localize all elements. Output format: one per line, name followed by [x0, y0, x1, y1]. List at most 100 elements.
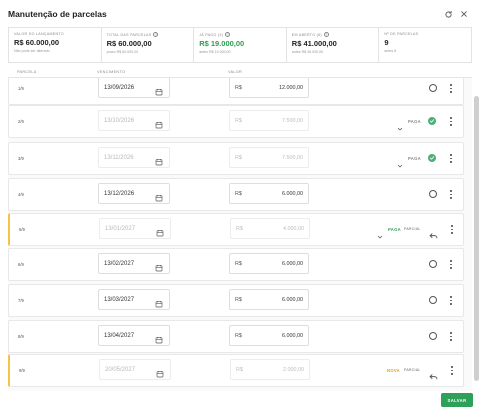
card-value: 9: [384, 38, 389, 47]
amount-field[interactable]: R$ 7.500,00: [229, 147, 309, 168]
amount-field[interactable]: R$ 4.000,00: [230, 218, 310, 239]
due-date-field[interactable]: 20/05/2027: [99, 359, 171, 380]
more-options-icon[interactable]: [449, 331, 453, 342]
installment-number: 2/9: [18, 119, 24, 124]
info-icon[interactable]: ?: [323, 32, 329, 37]
due-date-field[interactable]: 13/02/2027: [98, 253, 170, 274]
amount-value: 2.000,00: [283, 367, 304, 373]
due-date-value: 13/11/2026: [104, 155, 134, 161]
installment-row: 9/9 20/05/2027 R$ 2.000,00 NOVA PARCIAL: [8, 354, 464, 387]
currency-symbol: R$: [236, 226, 243, 232]
due-date-value: 13/02/2027: [104, 261, 135, 267]
column-header-vencimento: VENCIMENTO: [97, 70, 126, 74]
summary-card-ja-pago: Já pago (3)? R$ 19.000,00 antes R$ 15.00…: [194, 27, 287, 63]
more-options-icon[interactable]: [450, 365, 454, 376]
due-date-field[interactable]: 13/03/2027: [98, 289, 170, 310]
card-label: Total das parcelas: [106, 32, 152, 37]
installment-row: 6/9 13/02/2027 R$ 6.000,00: [8, 248, 464, 281]
amount-value: 6.000,00: [282, 333, 303, 339]
amount-value: 6.000,00: [282, 261, 303, 267]
table-header: PARCELA VENCIMENTO VALOR: [8, 68, 472, 78]
due-date-value: 13/01/2027: [105, 226, 136, 232]
more-options-icon[interactable]: [449, 259, 453, 270]
amount-field[interactable]: R$ 6.000,00: [229, 325, 309, 346]
calendar-icon[interactable]: [155, 83, 163, 96]
calendar-icon[interactable]: [156, 224, 164, 237]
calendar-icon[interactable]: [155, 153, 163, 166]
more-options-icon[interactable]: [450, 224, 454, 235]
calendar-icon[interactable]: [155, 116, 163, 129]
card-value: R$ 60.000,00: [14, 38, 60, 47]
due-date-value: 13/04/2027: [104, 333, 135, 339]
more-options-icon[interactable]: [449, 116, 453, 127]
due-date-value: 20/05/2027: [105, 367, 136, 373]
calendar-icon[interactable]: [155, 331, 163, 344]
amount-field[interactable]: R$ 2.000,00: [230, 359, 310, 380]
info-icon[interactable]: ?: [225, 32, 231, 37]
pay-radio[interactable]: [429, 260, 437, 268]
column-header-parcela: PARCELA: [17, 70, 37, 74]
due-date-value: 13/10/2026: [104, 118, 135, 124]
due-date-field[interactable]: 13/12/2026: [98, 183, 170, 204]
currency-symbol: R$: [235, 333, 242, 339]
due-date-field[interactable]: 13/04/2027: [98, 325, 170, 346]
due-date-field[interactable]: 13/10/2026: [98, 110, 170, 131]
column-header-valor: VALOR: [228, 70, 243, 74]
pay-radio[interactable]: [429, 296, 437, 304]
installment-number: 7/9: [18, 298, 24, 303]
installment-number: 9/9: [19, 368, 25, 373]
currency-symbol: R$: [236, 367, 243, 373]
chevron-down-icon[interactable]: [397, 119, 403, 131]
due-date-value: 13/03/2027: [104, 297, 135, 303]
info-icon[interactable]: ?: [153, 32, 159, 37]
installment-number: 5/9: [19, 227, 25, 232]
card-value: R$ 60.000,00: [106, 39, 152, 48]
installment-number: 6/9: [18, 262, 24, 267]
pay-radio[interactable]: [429, 84, 437, 92]
status-badge: PAGA: [388, 227, 401, 232]
close-icon[interactable]: [459, 9, 469, 19]
more-options-icon[interactable]: [449, 295, 453, 306]
due-date-value: 13/12/2026: [104, 191, 135, 197]
card-sub: antes R$ 15.000,00: [199, 50, 231, 54]
pay-radio[interactable]: [429, 190, 437, 198]
card-sub: prazo R$ 60.000,00: [106, 50, 139, 54]
modal-header: Manutenção de parcelas: [0, 0, 480, 28]
chevron-down-icon[interactable]: [377, 227, 383, 239]
amount-field[interactable]: R$ 6.000,00: [229, 253, 309, 274]
more-options-icon[interactable]: [449, 83, 453, 94]
installment-number: 4/9: [18, 192, 24, 197]
amount-field[interactable]: R$ 12.000,00: [229, 78, 309, 98]
currency-symbol: R$: [235, 191, 242, 197]
calendar-icon[interactable]: [156, 365, 164, 378]
undo-icon[interactable]: [429, 226, 438, 239]
card-label: Valor do lançamento: [14, 32, 64, 36]
save-button[interactable]: SALVAR: [441, 393, 473, 407]
summary-card-em-aberto: Em aberto (6)? R$ 41.000,00 antes R$ 45.…: [286, 27, 380, 63]
check-circle-icon: [428, 154, 436, 162]
refresh-icon[interactable]: [443, 9, 453, 19]
amount-field[interactable]: R$ 7.500,00: [229, 110, 309, 131]
pay-radio[interactable]: [429, 332, 437, 340]
currency-symbol: R$: [235, 261, 242, 267]
installment-number: 3/9: [18, 156, 24, 161]
calendar-icon[interactable]: [155, 259, 163, 272]
scrollbar[interactable]: [474, 96, 479, 381]
chevron-down-icon[interactable]: [397, 156, 403, 168]
due-date-field[interactable]: 13/01/2027: [99, 218, 171, 239]
more-options-icon[interactable]: [449, 153, 453, 164]
more-options-icon[interactable]: [449, 189, 453, 200]
calendar-icon[interactable]: [155, 189, 163, 202]
currency-symbol: R$: [235, 155, 242, 161]
amount-field[interactable]: R$ 6.000,00: [229, 289, 309, 310]
currency-symbol: R$: [235, 85, 242, 91]
due-date-field[interactable]: 13/11/2026: [98, 147, 170, 168]
amount-field[interactable]: R$ 6.000,00: [229, 183, 309, 204]
card-sub: Não pode ser alterado: [14, 49, 50, 53]
undo-icon[interactable]: [429, 367, 438, 380]
installments-list: 1/9 13/09/2026 R$ 12.000,00 2/9 13/10/2026 R$ 7…: [8, 78, 472, 391]
due-date-field[interactable]: 13/09/2026: [98, 78, 170, 98]
amount-value: 6.000,00: [282, 191, 303, 197]
calendar-icon[interactable]: [155, 295, 163, 308]
installment-row: 4/9 13/12/2026 R$ 6.000,00: [8, 178, 464, 211]
